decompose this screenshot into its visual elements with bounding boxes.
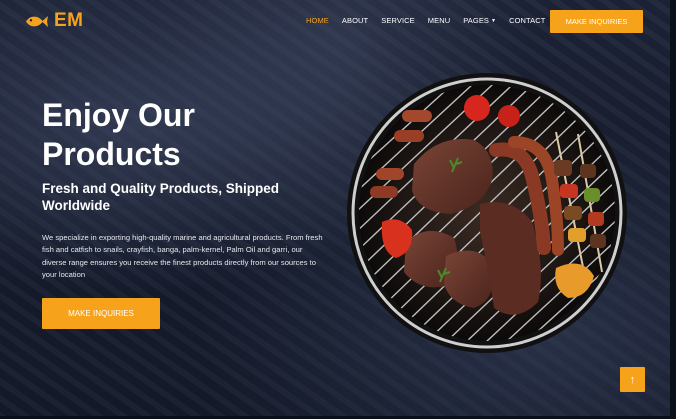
nav-item-menu[interactable]: MENU <box>428 16 450 25</box>
hero-title-line2: Products <box>42 136 181 172</box>
nav-item-about[interactable]: ABOUT <box>342 16 368 25</box>
nav-item-pages-label: PAGES <box>463 16 490 25</box>
hero-title: Enjoy Our Products <box>42 96 302 174</box>
arrow-up-icon: ↑ <box>629 373 636 386</box>
fish-icon <box>26 15 48 27</box>
nav-item-contact[interactable]: CONTACT <box>509 16 545 25</box>
nav-item-service[interactable]: SERVICE <box>381 16 415 25</box>
brand-name: EM <box>54 10 84 31</box>
hero-inquiries-button[interactable]: MAKE INQUIRIES <box>42 298 160 329</box>
hero-title-line1: Enjoy Our <box>42 97 195 133</box>
hero-subtitle: Fresh and Quality Products, Shipped Worl… <box>42 181 280 213</box>
grill-meat-image <box>347 73 627 353</box>
hero-section: EM HOME ABOUT SERVICE MENU PAGES ▼ CONTA… <box>0 0 676 419</box>
caret-down-icon: ▼ <box>491 17 497 24</box>
hero-description: We specialize in exporting high-quality … <box>42 233 323 280</box>
nav-item-pages[interactable]: PAGES ▼ <box>463 16 496 25</box>
nav-inquiries-button[interactable]: MAKE INQUIRIES <box>550 10 643 33</box>
nav-item-home[interactable]: HOME <box>306 16 329 25</box>
logo[interactable]: EM <box>24 10 84 32</box>
window-edge-right <box>670 0 676 419</box>
back-to-top-button[interactable]: ↑ <box>620 367 645 392</box>
main-nav: HOME ABOUT SERVICE MENU PAGES ▼ CONTACT <box>306 16 559 25</box>
